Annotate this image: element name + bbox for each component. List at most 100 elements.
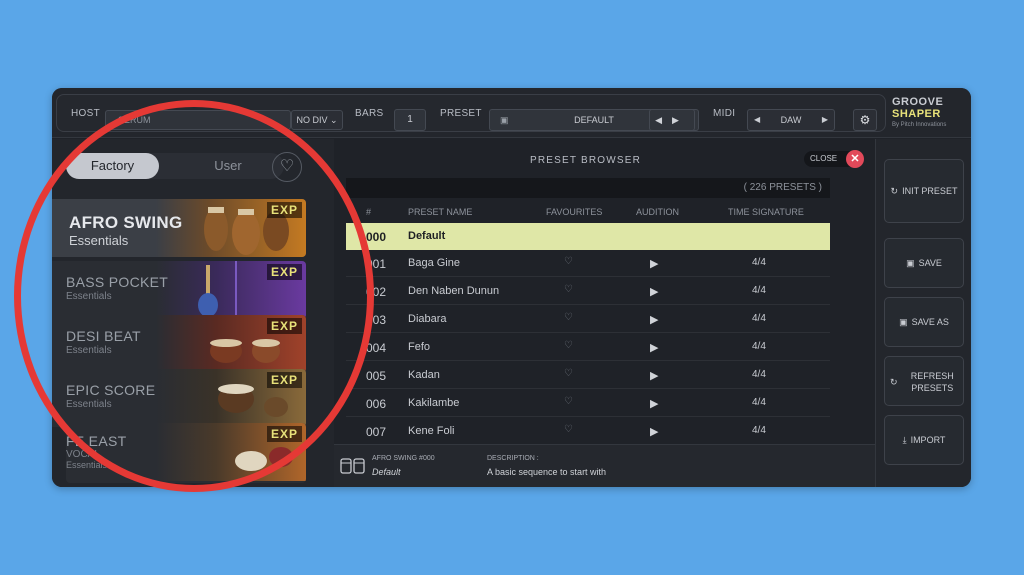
close-label: CLOSE xyxy=(810,154,838,163)
heart-icon[interactable]: ♡ xyxy=(564,256,573,267)
heart-icon[interactable]: ♡ xyxy=(564,424,573,435)
pack-afro-swing[interactable]: AFRO SWING Essentials EXP xyxy=(52,199,334,259)
close-icon[interactable]: ✕ xyxy=(846,150,864,168)
table-row[interactable]: 007 Kene Foli ♡ ▶ 4/4 xyxy=(346,418,830,445)
settings-gear-icon[interactable]: ⚙ xyxy=(853,109,877,131)
table-row[interactable]: 003 Diabara ♡ ▶ 4/4 xyxy=(346,306,830,333)
library-tabs: Factory User xyxy=(66,153,284,179)
save-label: SAVE xyxy=(918,258,942,268)
favourites-heart-icon[interactable]: ♡ xyxy=(272,152,302,182)
logo-line-2: SHAPER xyxy=(892,108,941,120)
table-row[interactable]: 001 Baga Gine ♡ ▶ 4/4 xyxy=(346,250,830,277)
preset-value: DEFAULT xyxy=(574,115,614,125)
division-dropdown[interactable]: NO DIV ⌄ xyxy=(291,110,343,130)
pack-card: EPIC SCORE Essentials EXP xyxy=(52,369,306,427)
row-name: Diabara xyxy=(408,313,447,325)
pack-title: EPIC SCORE xyxy=(66,382,156,398)
midi-value: DAW xyxy=(780,115,802,125)
table-row[interactable]: 000 Default xyxy=(346,223,830,250)
pack-title: FE EAST xyxy=(66,433,127,449)
preset-nav-arrows[interactable]: ◀▶ xyxy=(649,109,695,131)
play-icon[interactable]: ▶ xyxy=(650,341,658,354)
logo-byline: By Pitch Innovations xyxy=(892,122,947,128)
close-button[interactable]: CLOSE ✕ xyxy=(804,150,864,168)
save-button[interactable]: ▣ SAVE xyxy=(884,238,964,288)
row-num: 003 xyxy=(366,313,387,327)
midi-next-icon[interactable]: ▶ xyxy=(822,110,828,130)
footer-description-label: DESCRIPTION : xyxy=(487,455,539,462)
play-icon[interactable]: ▶ xyxy=(650,285,658,298)
save-icon: ▣ xyxy=(500,115,509,125)
import-button[interactable]: ⤓ IMPORT xyxy=(884,415,964,465)
tab-user[interactable]: User xyxy=(188,153,268,179)
host-label: HOST xyxy=(71,108,100,119)
pack-desi-beat[interactable]: DESI BEAT Essentials EXP xyxy=(52,315,334,375)
row-num: 005 xyxy=(366,369,387,383)
bars-label: BARS xyxy=(355,108,384,119)
table-row[interactable]: 004 Fefo ♡ ▶ 4/4 xyxy=(346,334,830,361)
heart-icon[interactable]: ♡ xyxy=(564,340,573,351)
row-name: Kadan xyxy=(408,369,440,381)
import-label: IMPORT xyxy=(910,435,946,445)
reset-icon: ↻ xyxy=(890,186,899,196)
bars-input[interactable]: 1 xyxy=(394,109,426,131)
row-time-signature: 4/4 xyxy=(752,341,766,352)
heart-icon[interactable]: ♡ xyxy=(564,368,573,379)
exp-badge: EXP xyxy=(266,264,302,280)
exp-badge: EXP xyxy=(266,426,302,442)
pack-title: BASS POCKET xyxy=(66,274,169,290)
refresh-icon: ↻ xyxy=(890,377,898,387)
refresh-presets-button[interactable]: ↻ REFRESH PRESETS xyxy=(884,356,964,406)
next-arrow-icon[interactable]: ▶ xyxy=(672,115,689,125)
play-icon[interactable]: ▶ xyxy=(650,425,658,438)
action-sidebar: ↻ INIT PRESET ▣ SAVE ▣ SAVE AS ↻ REFRESH PR… xyxy=(875,139,971,487)
save-as-button[interactable]: ▣ SAVE AS xyxy=(884,297,964,347)
pack-bass-pocket[interactable]: BASS POCKET Essentials EXP xyxy=(52,261,334,321)
pack-far-east-vocal[interactable]: FE EAST VOCAL Essentials EXP xyxy=(52,423,334,483)
pack-card: BASS POCKET Essentials EXP xyxy=(52,261,306,319)
row-num: 006 xyxy=(366,397,387,411)
exp-badge: EXP xyxy=(266,202,302,218)
tab-factory[interactable]: Factory xyxy=(66,153,159,179)
footer-description: A basic sequence to start with xyxy=(487,467,607,477)
save-as-label: SAVE AS xyxy=(911,317,949,327)
division-value: NO DIV xyxy=(296,115,328,125)
row-num: 002 xyxy=(366,285,387,299)
row-num: 007 xyxy=(366,425,387,439)
play-icon[interactable]: ▶ xyxy=(650,257,658,270)
row-name: Fefo xyxy=(408,341,431,353)
prev-arrow-icon[interactable]: ◀ xyxy=(655,115,672,125)
pack-sidebar: Factory User ♡ AFRO SWING Essentials EXP xyxy=(52,139,334,487)
top-toolbar: HOST SERUM NO DIV ⌄ BARS 1 PRESET ▣ DEFA… xyxy=(52,88,971,138)
pack-subtitle: Essentials xyxy=(66,399,112,410)
row-time-signature: 4/4 xyxy=(752,313,766,324)
toolbar-frame: HOST SERUM NO DIV ⌄ BARS 1 PRESET ▣ DEFA… xyxy=(56,94,886,132)
play-icon[interactable]: ▶ xyxy=(650,369,658,382)
heart-icon[interactable]: ♡ xyxy=(564,396,573,407)
init-preset-button[interactable]: ↻ INIT PRESET xyxy=(884,159,964,223)
table-row[interactable]: 006 Kakilambe ♡ ▶ 4/4 xyxy=(346,390,830,417)
play-icon[interactable]: ▶ xyxy=(650,397,658,410)
row-num: 004 xyxy=(366,341,387,355)
browser-title: PRESET BROWSER xyxy=(530,155,642,166)
midi-selector[interactable]: ◀ DAW ▶ xyxy=(747,109,835,131)
pack-epic-score[interactable]: EPIC SCORE Essentials EXP xyxy=(52,369,334,429)
drum-icon-graphic xyxy=(340,458,365,474)
midi-label: MIDI xyxy=(713,108,736,119)
header-num: # xyxy=(366,207,372,217)
pack-subtitle: VOCAL xyxy=(66,449,100,460)
row-num: 001 xyxy=(366,257,387,271)
play-icon[interactable]: ▶ xyxy=(650,313,658,326)
row-time-signature: 4/4 xyxy=(752,257,766,268)
heart-icon[interactable]: ♡ xyxy=(564,284,573,295)
pack-card: FE EAST VOCAL Essentials EXP xyxy=(66,423,306,483)
heart-icon[interactable]: ♡ xyxy=(564,312,573,323)
save-icon: ▣ xyxy=(906,258,915,268)
pack-subtitle: Essentials xyxy=(66,291,112,302)
table-row[interactable]: 002 Den Naben Dunun ♡ ▶ 4/4 xyxy=(346,278,830,305)
host-field[interactable]: SERUM xyxy=(105,110,291,130)
footer-preset-name: Default xyxy=(372,467,401,477)
midi-prev-icon[interactable]: ◀ xyxy=(754,110,760,130)
table-row[interactable]: 005 Kadan ♡ ▶ 4/4 xyxy=(346,362,830,389)
pack-title: AFRO SWING xyxy=(69,213,183,232)
